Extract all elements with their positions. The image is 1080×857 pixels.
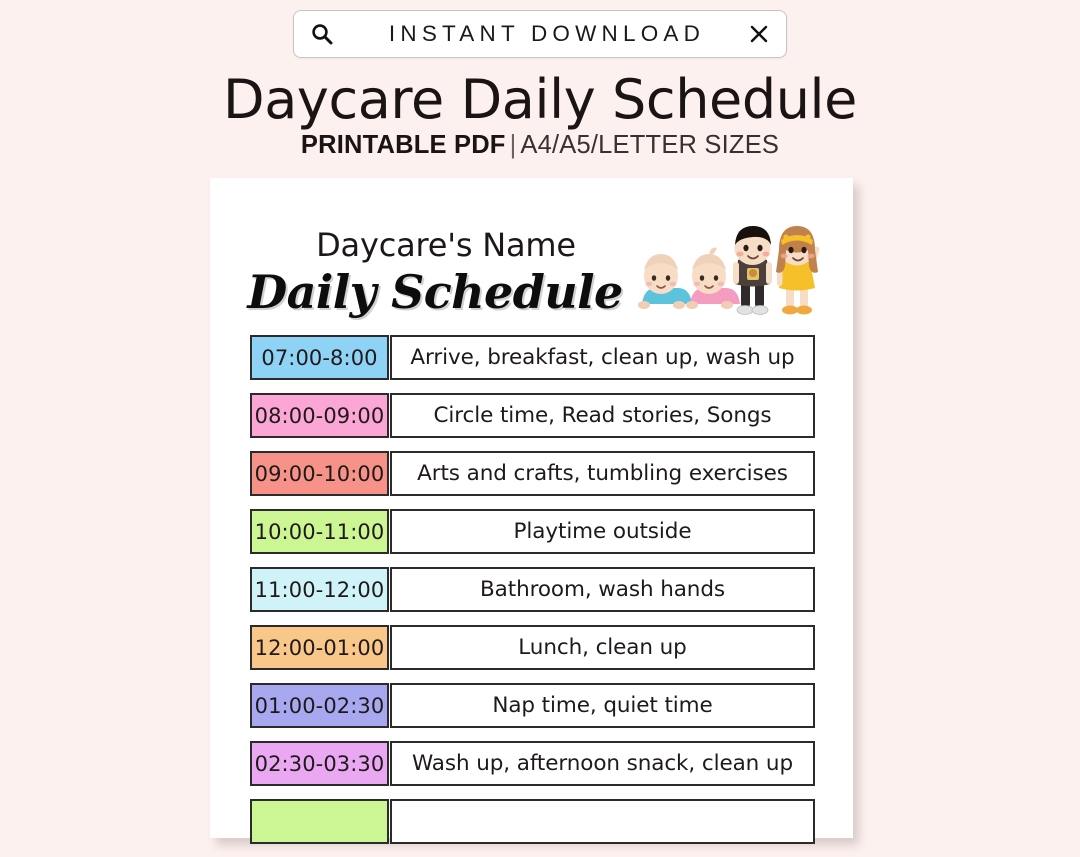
search-icon[interactable]	[310, 22, 334, 46]
activity-label: Arrive, breakfast, clean up, wash up	[390, 335, 815, 380]
time-chip	[250, 799, 389, 844]
activity-label: Nap time, quiet time	[390, 683, 815, 728]
daycare-name-placeholder: Daycare's Name	[316, 226, 576, 264]
page-subtitle: PRINTABLE PDF | A4/A5/LETTER SIZES	[0, 131, 1080, 160]
daily-schedule-heading: Daily Schedule	[247, 265, 623, 319]
time-chip: 10:00-11:00	[250, 509, 389, 554]
time-chip: 09:00-10:00	[250, 451, 389, 496]
subtitle-divider: |	[509, 131, 517, 159]
activity-label	[390, 799, 815, 844]
schedule-row	[250, 799, 815, 844]
subtitle-sizes-label: A4/A5/LETTER SIZES	[520, 131, 780, 159]
time-chip: 01:00-02:30	[250, 683, 389, 728]
schedule-row: 09:00-10:00 Arts and crafts, tumbling exe…	[250, 451, 815, 496]
activity-label: Wash up, afternoon snack, clean up	[390, 741, 815, 786]
schedule-list: 07:00-8:00 Arrive, breakfast, clean up, w…	[250, 335, 815, 857]
activity-label: Lunch, clean up	[390, 625, 815, 670]
children-illustration	[634, 220, 824, 320]
schedule-row: 02:30-03:30 Wash up, afternoon snack, cle…	[250, 741, 815, 786]
instant-download-label: INSTANT DOWNLOAD	[388, 21, 706, 46]
schedule-row: 12:00-01:00 Lunch, clean up	[250, 625, 815, 670]
time-chip: 11:00-12:00	[250, 567, 389, 612]
printable-preview-card[interactable]: Daycare's Name Daily Schedule 07:00-8:00…	[210, 178, 853, 844]
child-girl	[776, 226, 820, 315]
activity-label: Circle time, Read stories, Songs	[390, 393, 815, 438]
time-chip: 07:00-8:00	[250, 335, 389, 380]
schedule-row: 07:00-8:00 Arrive, breakfast, clean up, w…	[250, 335, 815, 380]
page-title: Daycare Daily Schedule	[223, 68, 857, 131]
close-icon[interactable]	[748, 23, 770, 45]
schedule-row: 10:00-11:00 Playtime outside	[250, 509, 815, 554]
schedule-row: 11:00-12:00 Bathroom, wash hands	[250, 567, 815, 612]
time-chip: 12:00-01:00	[250, 625, 389, 670]
time-chip: 08:00-09:00	[250, 393, 389, 438]
activity-label: Bathroom, wash hands	[390, 567, 815, 612]
baby-blue	[638, 254, 692, 309]
activity-label: Arts and crafts, tumbling exercises	[390, 451, 815, 496]
card-header: Daycare's Name Daily Schedule	[210, 178, 853, 326]
schedule-row: 08:00-09:00 Circle time, Read stories, So…	[250, 393, 815, 438]
schedule-row: 01:00-02:30 Nap time, quiet time	[250, 683, 815, 728]
activity-label: Playtime outside	[390, 509, 815, 554]
instant-download-bar[interactable]: INSTANT DOWNLOAD	[293, 10, 787, 58]
time-chip: 02:30-03:30	[250, 741, 389, 786]
baby-pink	[686, 247, 740, 309]
subtitle-format-label: PRINTABLE PDF	[300, 131, 506, 159]
